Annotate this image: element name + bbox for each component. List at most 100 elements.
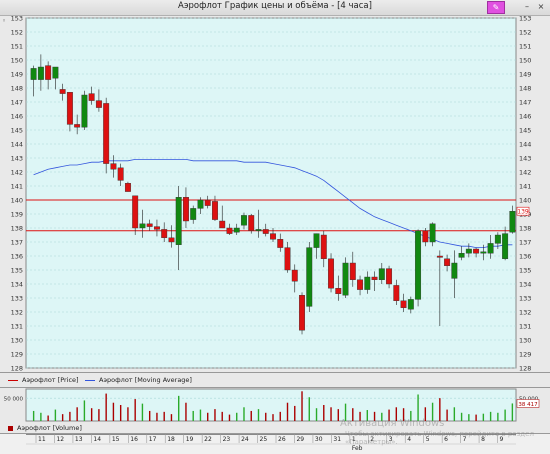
volume-bar [294, 405, 296, 421]
candle-body [386, 268, 393, 285]
legend-ma-swatch [85, 379, 95, 381]
candle-body [436, 255, 443, 258]
close-button[interactable]: × [536, 2, 546, 12]
volume-bar [134, 399, 136, 421]
candle-body [66, 91, 73, 125]
volume-bar [497, 412, 499, 421]
legend-price-label: Аэрофлот [Price] [22, 376, 79, 384]
x-tick-label: 15 [112, 436, 120, 443]
candle-body [277, 238, 284, 248]
candle-body [458, 252, 465, 258]
volume-bar [330, 407, 332, 421]
volume-bar [475, 414, 477, 421]
candle-body [270, 233, 276, 240]
y-tick-right: 144 [519, 141, 531, 149]
current-price-label: 139 [517, 209, 529, 216]
volume-bar [141, 403, 144, 421]
y-tick-right: 153 [519, 16, 531, 23]
y-tick-left: 140 [11, 197, 23, 205]
y-tick-left: 152 [11, 29, 23, 37]
y-tick-left: 144 [11, 141, 23, 149]
price-legend: Аэрофлот [Price] Аэрофлот [Moving Averag… [0, 372, 550, 388]
x-tick-label: 22 [204, 436, 212, 443]
candle-body [262, 229, 269, 234]
candle-body [248, 215, 255, 231]
price-chart[interactable]: 128 128 129 129 130 130 131 131 132 132 133 133 134 1… [0, 16, 550, 371]
candle-body [494, 234, 501, 244]
legend-volume: Аэрофлот [Volume] [8, 424, 82, 432]
volume-bar [69, 411, 71, 421]
volume-bar [308, 397, 310, 421]
candle-body [487, 243, 494, 254]
volume-bar [301, 391, 303, 421]
candle-body [349, 262, 356, 280]
legend-ma: Аэрофлот [Moving Average] [85, 376, 192, 384]
y-tick-right: 128 [519, 365, 531, 372]
y-tick-right: 130 [519, 337, 531, 345]
candle-body [241, 215, 247, 226]
x-tick-label: 17 [149, 436, 157, 443]
volume-bar [489, 411, 492, 421]
x-tick-label: 30 [315, 436, 323, 443]
candle-body [378, 268, 385, 281]
candle-body [153, 226, 160, 230]
candle-body [45, 65, 52, 80]
candle-body [59, 89, 66, 94]
volume-bar [236, 412, 238, 421]
y-tick-left: 150 [11, 57, 23, 65]
x-tick-label: 12 [56, 436, 64, 443]
y-tick-right: 129 [519, 351, 531, 359]
candle-body [313, 233, 320, 248]
minimize-button[interactable]: – [522, 2, 532, 12]
volume-chart[interactable]: 50 00050 00038 417 [0, 387, 550, 423]
candle-body [81, 94, 88, 128]
volume-bar [257, 409, 260, 421]
y-tick-left: 133 [11, 295, 23, 303]
candle-body [415, 230, 422, 300]
activation-watermark-hint: Чтобы активировать Windows, перейдите в … [345, 430, 534, 446]
candle-body [480, 251, 487, 254]
y-tick-left: 153 [11, 16, 23, 23]
legend-ma-label: Аэрофлот [Moving Average] [99, 376, 192, 384]
candle-body [400, 300, 407, 308]
candle-body [146, 223, 153, 227]
candle-body [444, 258, 451, 267]
volume-bar [453, 407, 456, 421]
candle-body [103, 103, 110, 164]
volume-bar [482, 413, 485, 421]
volume-bar [119, 405, 122, 421]
candle-body [88, 93, 95, 101]
candle-body [255, 229, 262, 231]
candle-body [124, 182, 131, 192]
y-tick-left: 131 [11, 323, 23, 331]
volume-bar [315, 408, 318, 421]
pencil-icon[interactable]: ✎ [487, 1, 505, 14]
volume-bar [446, 409, 448, 421]
candle-body [95, 100, 102, 108]
candle-body [291, 269, 298, 282]
y-tick-left: 147 [11, 99, 23, 107]
legend-price-swatch [8, 379, 18, 381]
volume-bar [185, 402, 187, 421]
y-tick-right: 148 [519, 85, 531, 93]
y-tick-right: 135 [519, 267, 531, 275]
y-tick-left: 146 [11, 113, 23, 121]
candle-body [393, 285, 400, 301]
volume-bar [272, 414, 274, 421]
y-tick-right: 140 [519, 197, 531, 205]
y-tick-right: 132 [519, 309, 531, 317]
y-tick-right: 134 [519, 281, 531, 289]
candle-body [30, 68, 37, 80]
volume-y-tick: 50 000 [4, 397, 24, 403]
candle-body [407, 299, 414, 310]
plot-background [25, 17, 517, 369]
volume-bar [250, 410, 252, 421]
y-tick-left: 137 [11, 239, 23, 247]
y-tick-right: 151 [519, 43, 531, 51]
y-tick-right: 131 [519, 323, 531, 331]
y-tick-right: 141 [519, 183, 531, 191]
y-tick-left: 139 [11, 211, 23, 219]
volume-bar [90, 408, 93, 421]
volume-bar [105, 393, 107, 421]
candle-body [473, 248, 480, 254]
